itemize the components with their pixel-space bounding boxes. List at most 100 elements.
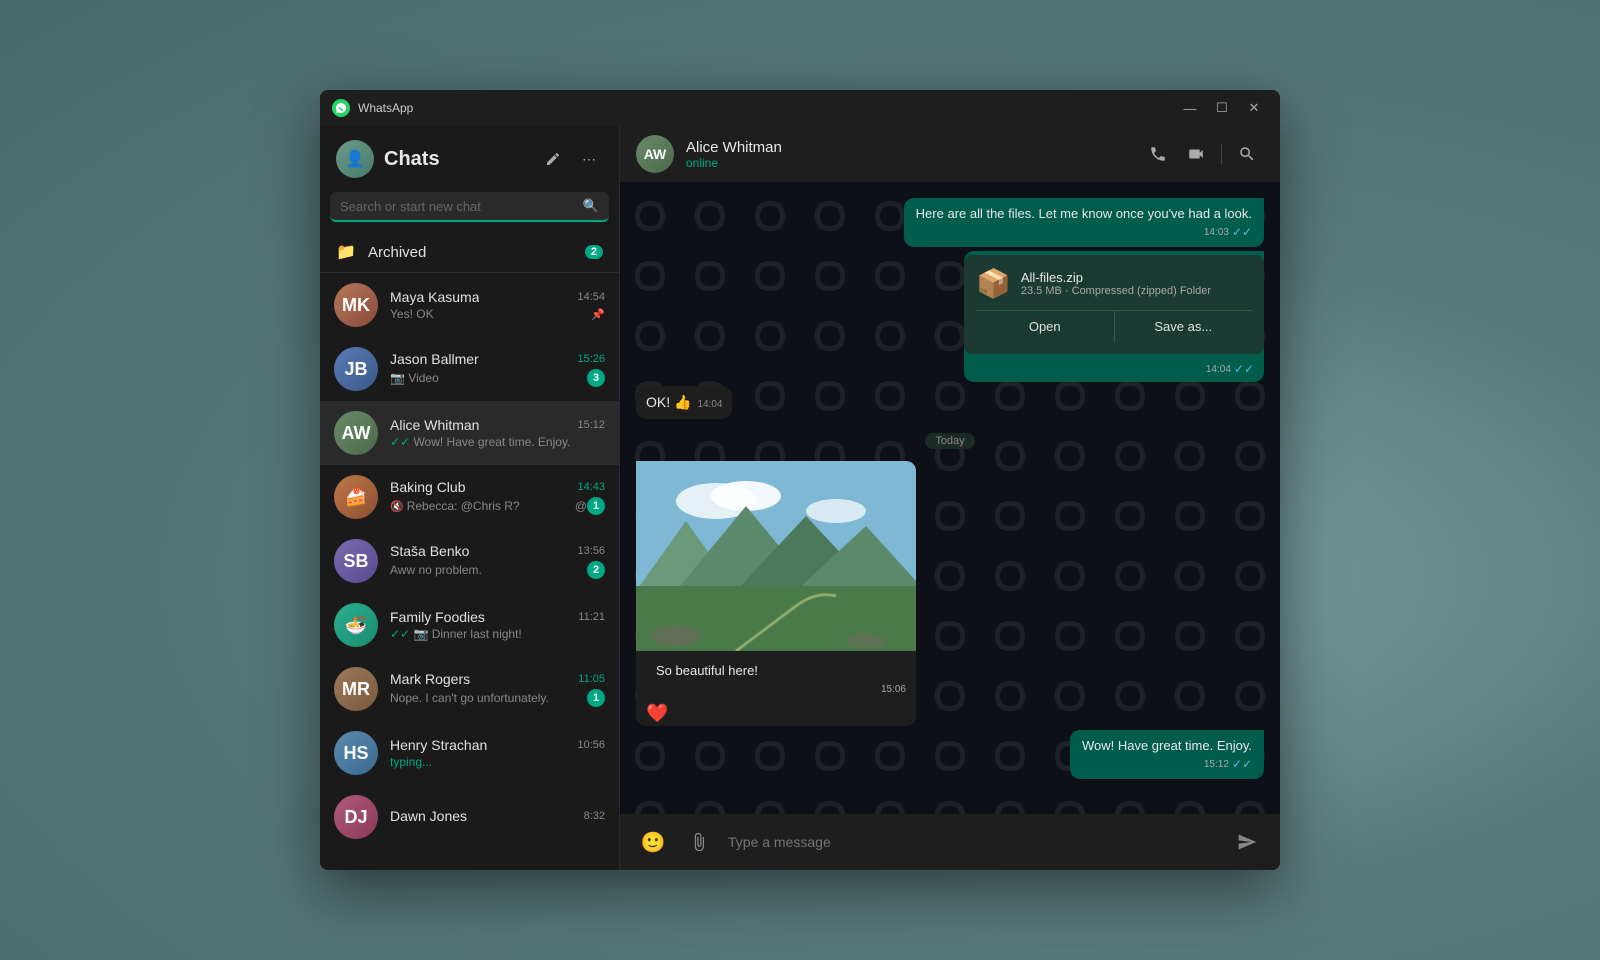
sidebar-header: 👤 Chats ⋯ <box>320 126 619 188</box>
chat-name-family: Family Foodies <box>390 609 485 625</box>
close-button[interactable]: ✕ <box>1240 96 1268 120</box>
emoji-button[interactable]: 🙂 <box>636 825 670 859</box>
message-received-ok: OK! 👍 14:04 <box>636 386 732 419</box>
chat-name-mark: Mark Rogers <box>390 671 470 687</box>
chat-preview-stasa: Aww no problem. <box>390 563 587 577</box>
minimize-button[interactable]: — <box>1176 96 1204 120</box>
archived-count: 2 <box>585 245 603 259</box>
chat-avatar-maya: MK <box>334 283 378 327</box>
chat-badge-stasa: 2 <box>587 561 605 579</box>
chat-preview-family: ✓✓ 📷 Dinner last night! <box>390 627 605 641</box>
chat-info-mark: Mark Rogers 11:05 Nope. I can't go unfor… <box>390 671 605 707</box>
archived-row[interactable]: 📁 Archived 2 <box>320 232 619 273</box>
chat-time-maya: 14:54 <box>577 291 605 303</box>
more-options-button[interactable]: ⋯ <box>575 145 603 173</box>
message-time-1: 14:03 ✓✓ <box>916 225 1252 239</box>
read-check-file: ✓✓ <box>1234 362 1254 376</box>
chat-header-avatar[interactable]: AW <box>636 135 674 173</box>
message-text-2: Wow! Have great time. Enjoy. <box>1082 738 1252 753</box>
date-divider-today: Today <box>636 433 1264 447</box>
file-details: All-files.zip 23.5 MB · Compressed (zipp… <box>1021 270 1252 297</box>
chat-avatar-mark: MR <box>334 667 378 711</box>
messages-container: Here are all the files. Let me know once… <box>620 182 1280 814</box>
chat-list: MK Maya Kasuma 14:54 Yes! OK 📌 <box>320 273 619 870</box>
attach-button[interactable] <box>682 825 716 859</box>
chat-time-dawn: 8:32 <box>584 810 605 822</box>
sidebar-title: Chats <box>384 148 529 171</box>
file-type-icon: 📦 <box>976 267 1011 300</box>
chat-item-family[interactable]: 🍜 Family Foodies 11:21 ✓✓ 📷 Dinner last … <box>320 593 619 657</box>
user-avatar[interactable]: 👤 <box>336 140 374 178</box>
sidebar-actions: ⋯ <box>539 145 603 173</box>
window-controls: — ☐ ✕ <box>1176 96 1268 120</box>
chat-item-mark[interactable]: MR Mark Rogers 11:05 Nope. I can't go un… <box>320 657 619 721</box>
chat-avatar-henry: HS <box>334 731 378 775</box>
search-icon-button[interactable]: 🔍 <box>583 198 599 214</box>
app-title: WhatsApp <box>358 101 1176 115</box>
chat-preview-henry: typing... <box>390 755 605 769</box>
file-message-time: 14:04 ✓✓ <box>964 354 1264 382</box>
message-input-area: 🙂 <box>620 814 1280 870</box>
chat-header-info: Alice Whitman online <box>686 139 1129 170</box>
read-check-1: ✓✓ <box>1232 225 1252 239</box>
mention-icon: @ <box>575 499 587 513</box>
chat-area: AW Alice Whitman online <box>620 126 1280 870</box>
chat-item-baking[interactable]: 🍰 Baking Club 14:43 🔇 Rebecca: @Chris R?… <box>320 465 619 529</box>
message-input[interactable] <box>728 834 1218 850</box>
chat-preview-maya: Yes! OK <box>390 307 591 321</box>
chat-time-henry: 10:56 <box>577 739 605 751</box>
chat-time-baking: 14:43 <box>577 481 605 493</box>
chat-info-jason: Jason Ballmer 15:26 📷 Video 3 <box>390 351 605 387</box>
chat-item-stasa[interactable]: SB Staša Benko 13:56 Aww no problem. 2 <box>320 529 619 593</box>
chat-name-maya: Maya Kasuma <box>390 289 479 305</box>
chat-info-baking: Baking Club 14:43 🔇 Rebecca: @Chris R? @… <box>390 479 605 515</box>
chat-preview-baking: Rebecca: @Chris R? <box>407 499 571 513</box>
message-received-image: So beautiful here! 15:06 ❤️ <box>636 461 916 726</box>
voice-call-button[interactable] <box>1141 137 1175 171</box>
send-button[interactable] <box>1230 825 1264 859</box>
pin-icon-maya: 📌 <box>591 308 605 321</box>
chat-avatar-alice: AW <box>334 411 378 455</box>
app-logo <box>332 99 350 117</box>
chat-header-actions <box>1141 137 1264 171</box>
search-box: 🔍 <box>330 192 609 222</box>
chat-name-dawn: Dawn Jones <box>390 808 467 824</box>
chat-item-henry[interactable]: HS Henry Strachan 10:56 typing... <box>320 721 619 785</box>
search-messages-button[interactable] <box>1230 137 1264 171</box>
chat-info-henry: Henry Strachan 10:56 typing... <box>390 737 605 769</box>
chat-item-jason[interactable]: JB Jason Ballmer 15:26 📷 Video 3 <box>320 337 619 401</box>
chat-item-dawn[interactable]: DJ Dawn Jones 8:32 <box>320 785 619 849</box>
save-file-button[interactable]: Save as... <box>1115 311 1253 342</box>
chat-item-alice[interactable]: AW Alice Whitman 15:12 ✓✓ Wow! Have grea… <box>320 401 619 465</box>
file-actions: Open Save as... <box>976 310 1252 342</box>
chat-name-henry: Henry Strachan <box>390 737 487 753</box>
chat-name-jason: Jason Ballmer <box>390 351 479 367</box>
new-chat-button[interactable] <box>539 145 567 173</box>
chat-item-maya[interactable]: MK Maya Kasuma 14:54 Yes! OK 📌 <box>320 273 619 337</box>
chat-badge-jason: 3 <box>587 369 605 387</box>
chat-name-alice: Alice Whitman <box>390 417 479 433</box>
chat-time-mark: 11:05 <box>578 673 605 685</box>
chat-preview-jason: 📷 Video <box>390 371 587 385</box>
archived-label: Archived <box>368 244 573 261</box>
maximize-button[interactable]: ☐ <box>1208 96 1236 120</box>
video-call-button[interactable] <box>1179 137 1213 171</box>
message-time-file: 14:04 ✓✓ <box>974 362 1254 376</box>
chat-avatar-dawn: DJ <box>334 795 378 839</box>
ok-time: 14:04 <box>697 399 722 410</box>
mute-icon-baking: 🔇 <box>390 500 404 513</box>
file-info: 📦 All-files.zip 23.5 MB · Compressed (zi… <box>976 267 1252 300</box>
message-text-1: Here are all the files. Let me know once… <box>916 206 1252 221</box>
chat-name-baking: Baking Club <box>390 479 466 495</box>
header-divider <box>1221 144 1222 164</box>
message-reaction: ❤️ <box>646 703 906 724</box>
message-time-2: 15:12 ✓✓ <box>1082 757 1252 771</box>
chat-contact-status: online <box>686 156 1129 170</box>
chat-time-family: 11:21 <box>578 611 605 623</box>
read-check-2: ✓✓ <box>1232 757 1252 771</box>
message-file-1: 📦 All-files.zip 23.5 MB · Compressed (zi… <box>964 251 1264 382</box>
chat-contact-name: Alice Whitman <box>686 139 1129 156</box>
open-file-button[interactable]: Open <box>976 311 1115 342</box>
search-input[interactable] <box>340 199 575 214</box>
chat-info-alice: Alice Whitman 15:12 ✓✓ Wow! Have great t… <box>390 417 605 449</box>
